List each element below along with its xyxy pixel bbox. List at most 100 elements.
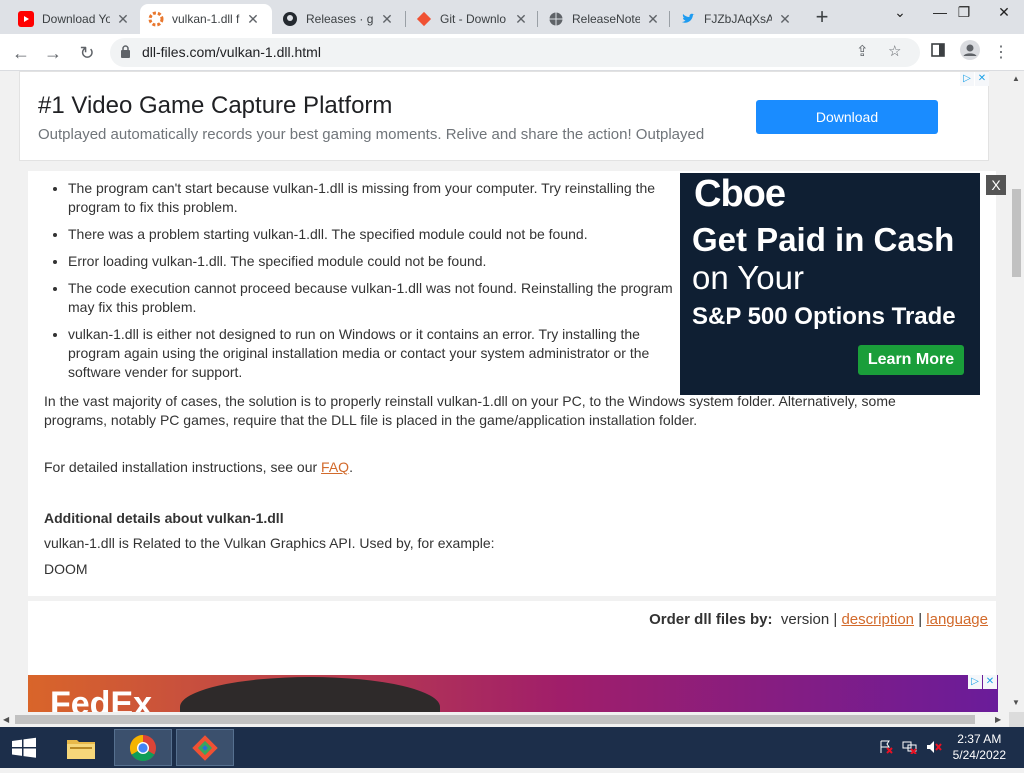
tab-separator xyxy=(405,11,406,27)
scroll-right-arrow-icon[interactable]: ▶ xyxy=(995,715,1001,724)
profile-avatar-icon[interactable] xyxy=(957,40,983,66)
ad-headline: #1 Video Game Capture Platform xyxy=(38,92,393,119)
youtube-icon xyxy=(18,11,34,27)
close-tab-icon[interactable]: ✕ xyxy=(380,11,394,28)
dll-files-icon xyxy=(148,11,164,27)
side-ad-line1: Get Paid in Cash xyxy=(692,221,955,258)
tab-search-chevron-icon[interactable]: ⌄ xyxy=(880,0,920,28)
tab-releasenotes[interactable]: ReleaseNote ✕ xyxy=(540,4,668,34)
reload-icon[interactable]: ↻ xyxy=(74,40,100,66)
close-tab-icon[interactable]: ✕ xyxy=(514,11,528,28)
network-icon[interactable] xyxy=(902,740,918,756)
ad-close-icon[interactable]: ✕ xyxy=(975,72,989,86)
close-tab-icon[interactable]: ✕ xyxy=(116,11,130,28)
solution-paragraph: In the vast majority of cases, the solut… xyxy=(44,393,896,428)
share-icon[interactable]: ⇪ xyxy=(856,42,869,60)
chrome-icon[interactable] xyxy=(114,729,172,766)
list-item: vulkan-1.dll is either not designed to r… xyxy=(68,325,684,382)
list-item: There was a problem starting vulkan-1.dl… xyxy=(68,225,684,244)
bottom-banner-ad[interactable]: FedEx ▷ ✕ xyxy=(28,675,998,712)
menu-kebab-icon[interactable]: ⋮ xyxy=(988,40,1014,66)
tab-title: vulkan-1.dll f xyxy=(172,12,240,26)
close-tab-icon[interactable]: ✕ xyxy=(246,11,260,28)
details-text: vulkan-1.dll is Related to the Vulkan Gr… xyxy=(44,535,495,551)
horizontal-scroll-thumb[interactable] xyxy=(15,715,975,724)
order-label: Order dll files by: xyxy=(649,611,773,628)
tab-title: ReleaseNote xyxy=(572,12,640,26)
tab-git-download[interactable]: Git - Downlo ✕ xyxy=(408,4,536,34)
ad-photo xyxy=(180,677,440,712)
close-tab-icon[interactable]: ✕ xyxy=(778,11,792,28)
order-by-description-link[interactable]: description xyxy=(841,611,914,628)
side-ad[interactable]: Cboe Get Paid in Cash on Your S&P 500 Op… xyxy=(680,173,980,395)
horizontal-scrollbar[interactable]: ◀ ▶ xyxy=(0,712,1009,727)
top-banner-ad[interactable]: ▷ ✕ #1 Video Game Capture Platform Outpl… xyxy=(19,71,989,161)
git-gui-icon[interactable] xyxy=(176,729,234,766)
twitter-icon xyxy=(680,11,696,27)
windows-start-icon[interactable] xyxy=(0,727,48,768)
error-list: The program can't start because vulkan-1… xyxy=(68,179,684,390)
order-separator: | xyxy=(833,611,838,628)
close-window-icon[interactable]: ✕ xyxy=(984,0,1024,28)
scroll-left-arrow-icon[interactable]: ◀ xyxy=(3,715,9,724)
side-ad-line3: S&P 500 Options Trade xyxy=(692,303,956,330)
cboe-logo: Cboe xyxy=(694,173,786,215)
lock-icon xyxy=(121,45,130,58)
order-options: Order dll files by: version | descriptio… xyxy=(649,611,988,628)
vertical-scroll-thumb[interactable] xyxy=(1012,189,1021,277)
instructions-suffix: . xyxy=(349,459,353,475)
ad-close-icon[interactable]: ✕ xyxy=(983,675,997,689)
git-icon xyxy=(416,11,432,27)
url-text: dll-files.com/vulkan-1.dll.html xyxy=(142,44,321,60)
tab-releases[interactable]: Releases · gi ✕ xyxy=(274,4,404,34)
forward-arrow-icon[interactable]: → xyxy=(40,40,66,66)
example-program: DOOM xyxy=(44,561,88,577)
vertical-scrollbar[interactable]: ▲ ▼ xyxy=(1009,71,1024,712)
ad-download-button[interactable]: Download xyxy=(756,100,938,134)
close-tab-icon[interactable]: ✕ xyxy=(646,11,660,28)
tab-twitter-image[interactable]: FJZbJAqXsA ✕ xyxy=(672,4,800,34)
adchoices-icon[interactable]: ▷ xyxy=(960,72,974,86)
restore-icon[interactable]: ❐ xyxy=(944,0,984,28)
tab-title: Download Yo xyxy=(42,12,110,26)
side-ad-line2: on Your xyxy=(692,259,804,296)
list-item: The code execution cannot proceed becaus… xyxy=(68,279,684,317)
scroll-up-arrow-icon[interactable]: ▲ xyxy=(1012,74,1020,83)
tab-download-yo[interactable]: Download Yo ✕ xyxy=(10,4,140,34)
browser-toolbar: ← → ↻ dll-files.com/vulkan-1.dll.html ⇪ … xyxy=(0,34,1024,71)
globe-icon xyxy=(548,11,564,27)
instructions-paragraph: For detailed installation instructions, … xyxy=(44,458,924,477)
close-ad-button[interactable]: X xyxy=(986,175,1006,195)
taskbar: 2:37 AM 5/24/2022 xyxy=(0,727,1024,768)
bookmark-star-icon[interactable]: ☆ xyxy=(888,42,901,60)
scroll-down-arrow-icon[interactable]: ▼ xyxy=(1012,698,1020,707)
clock-date: 5/24/2022 xyxy=(952,748,1006,762)
adchoices-icon[interactable]: ▷ xyxy=(968,675,982,689)
back-arrow-icon[interactable]: ← xyxy=(8,40,34,66)
tab-separator xyxy=(537,11,538,27)
order-current: version xyxy=(780,611,830,628)
clock[interactable]: 2:37 AM 5/24/2022 xyxy=(953,731,1006,763)
order-by-language-link[interactable]: language xyxy=(926,611,988,628)
side-panel-icon[interactable] xyxy=(925,40,951,66)
page-viewport: ▷ ✕ #1 Video Game Capture Platform Outpl… xyxy=(0,71,1009,712)
action-center-flag-icon[interactable] xyxy=(878,740,894,756)
tab-vulkan-dll[interactable]: vulkan-1.dll f ✕ xyxy=(140,4,272,34)
list-item: The program can't start because vulkan-1… xyxy=(68,179,684,217)
order-separator: | xyxy=(918,611,923,628)
order-bar: Order dll files by: version | descriptio… xyxy=(28,601,996,681)
system-tray: 2:37 AM 5/24/2022 xyxy=(864,727,1024,768)
fedex-logo: FedEx xyxy=(50,685,153,712)
address-bar[interactable]: dll-files.com/vulkan-1.dll.html ⇪ ☆ xyxy=(110,38,920,67)
faq-link[interactable]: FAQ xyxy=(321,459,349,475)
tab-strip: Download Yo ✕ vulkan-1.dll f ✕ Releases … xyxy=(0,0,1024,34)
list-item: Error loading vulkan-1.dll. The specifie… xyxy=(68,252,684,271)
file-explorer-icon[interactable] xyxy=(52,729,110,766)
instructions-prefix: For detailed installation instructions, … xyxy=(44,459,322,475)
tab-separator xyxy=(669,11,670,27)
learn-more-button[interactable]: Learn More xyxy=(858,345,964,375)
new-tab-button[interactable]: + xyxy=(810,6,834,30)
tab-title: FJZbJAqXsA xyxy=(704,12,772,26)
volume-muted-icon[interactable] xyxy=(926,740,942,756)
clock-time: 2:37 AM xyxy=(957,732,1002,746)
